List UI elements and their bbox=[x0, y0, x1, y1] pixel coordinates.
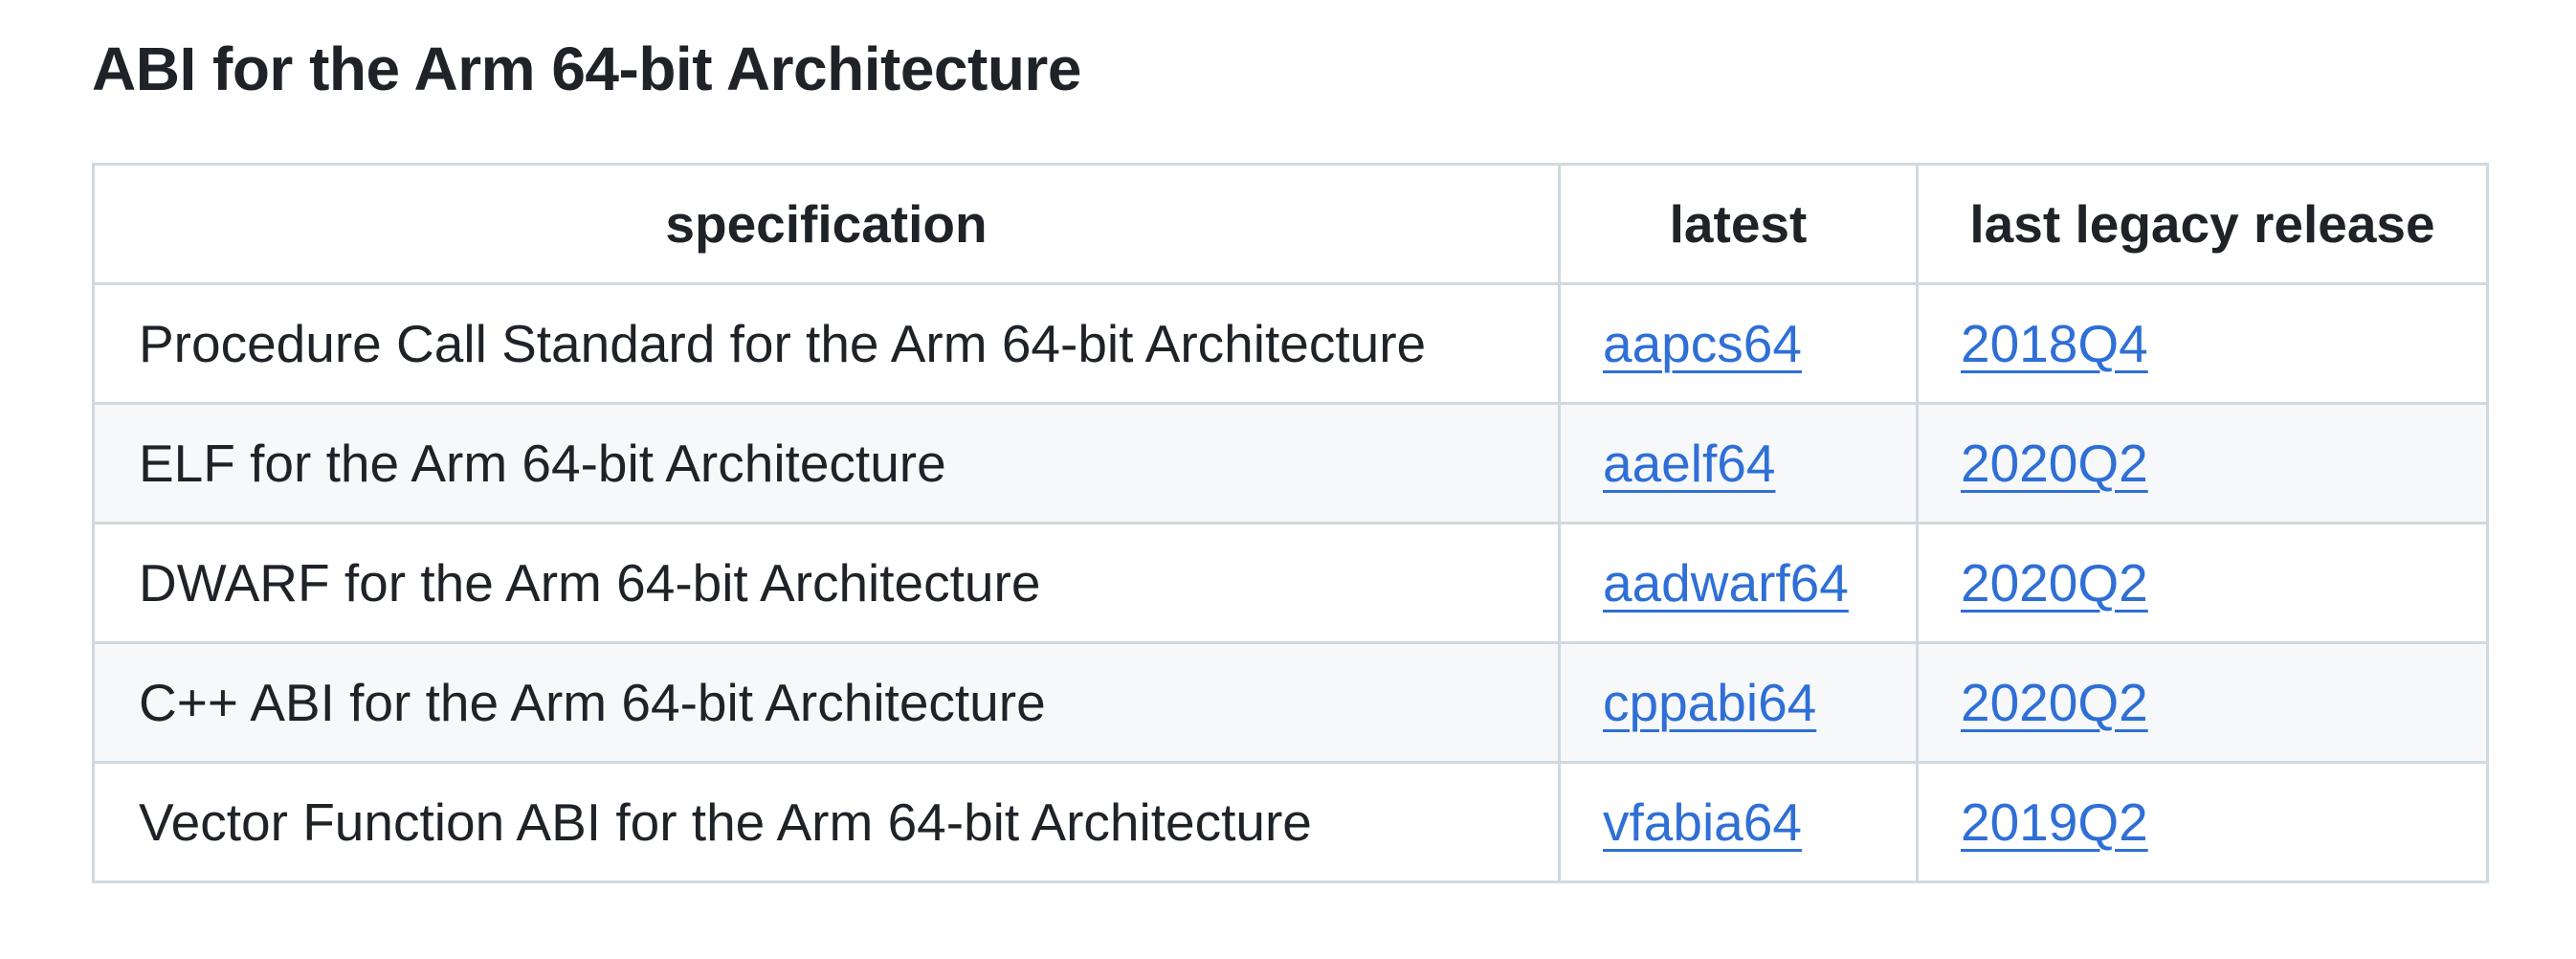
legacy-release-link[interactable]: 2020Q2 bbox=[1961, 673, 2148, 732]
page-title: ABI for the Arm 64-bit Architecture bbox=[92, 34, 1081, 103]
latest-link-vfabia64[interactable]: vfabia64 bbox=[1603, 792, 1802, 852]
table-header-row: specification latest last legacy release bbox=[92, 163, 2489, 285]
specification-cell: C++ ABI for the Arm 64-bit Architecture bbox=[92, 641, 1561, 764]
table-row: Procedure Call Standard for the Arm 64-b… bbox=[92, 282, 2489, 405]
latest-link-aadwarf64[interactable]: aadwarf64 bbox=[1603, 553, 1849, 613]
latest-cell: aaelf64 bbox=[1558, 402, 1919, 524]
column-header-last-legacy-release: last legacy release bbox=[1916, 163, 2489, 285]
latest-link-aapcs64[interactable]: aapcs64 bbox=[1603, 314, 1802, 373]
specification-cell: DWARF for the Arm 64-bit Architecture bbox=[92, 522, 1561, 644]
table-row: C++ ABI for the Arm 64-bit Architecture … bbox=[92, 641, 2489, 764]
specification-cell: Procedure Call Standard for the Arm 64-b… bbox=[92, 282, 1561, 405]
latest-link-aaelf64[interactable]: aaelf64 bbox=[1603, 434, 1775, 493]
legacy-cell: 2020Q2 bbox=[1916, 522, 2489, 644]
table-row: DWARF for the Arm 64-bit Architecture aa… bbox=[92, 522, 2489, 644]
legacy-cell: 2020Q2 bbox=[1916, 402, 2489, 524]
column-header-specification: specification bbox=[92, 163, 1561, 285]
legacy-release-link[interactable]: 2018Q4 bbox=[1961, 314, 2148, 373]
legacy-cell: 2020Q2 bbox=[1916, 641, 2489, 764]
latest-cell: aapcs64 bbox=[1558, 282, 1919, 405]
legacy-release-link[interactable]: 2020Q2 bbox=[1961, 434, 2148, 493]
column-header-latest: latest bbox=[1558, 163, 1919, 285]
latest-link-cppabi64[interactable]: cppabi64 bbox=[1603, 673, 1816, 732]
table-row: Vector Function ABI for the Arm 64-bit A… bbox=[92, 761, 2489, 883]
specification-cell: ELF for the Arm 64-bit Architecture bbox=[92, 402, 1561, 524]
table-row: ELF for the Arm 64-bit Architecture aael… bbox=[92, 402, 2489, 524]
latest-cell: aadwarf64 bbox=[1558, 522, 1919, 644]
abi-spec-table: specification latest last legacy release… bbox=[92, 163, 2489, 883]
legacy-cell: 2019Q2 bbox=[1916, 761, 2489, 883]
latest-cell: vfabia64 bbox=[1558, 761, 1919, 883]
legacy-cell: 2018Q4 bbox=[1916, 282, 2489, 405]
legacy-release-link[interactable]: 2019Q2 bbox=[1961, 792, 2148, 852]
latest-cell: cppabi64 bbox=[1558, 641, 1919, 764]
specification-cell: Vector Function ABI for the Arm 64-bit A… bbox=[92, 761, 1561, 883]
legacy-release-link[interactable]: 2020Q2 bbox=[1961, 553, 2148, 613]
